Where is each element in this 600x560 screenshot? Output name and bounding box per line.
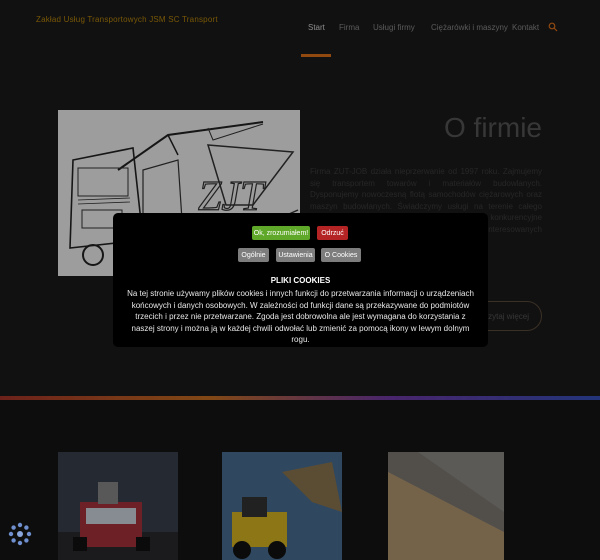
- tab-settings[interactable]: Ustawienia: [276, 248, 315, 262]
- tab-about-cookies[interactable]: O Cookies: [321, 248, 361, 262]
- cookie-consent-dialog: Ok, zrozumiałem! Odrzuć Ogólnie Ustawien…: [113, 213, 488, 347]
- tab-general[interactable]: Ogólnie: [238, 248, 269, 262]
- accept-cookies-button[interactable]: Ok, zrozumiałem!: [252, 226, 310, 240]
- cookie-dialog-text: Na tej stronie używamy plików cookies i …: [127, 289, 474, 344]
- cookie-dialog-title: PLIKI COOKIES: [270, 276, 331, 285]
- decline-cookies-button[interactable]: Odrzuć: [317, 226, 348, 240]
- cookie-settings-icon[interactable]: [8, 522, 32, 546]
